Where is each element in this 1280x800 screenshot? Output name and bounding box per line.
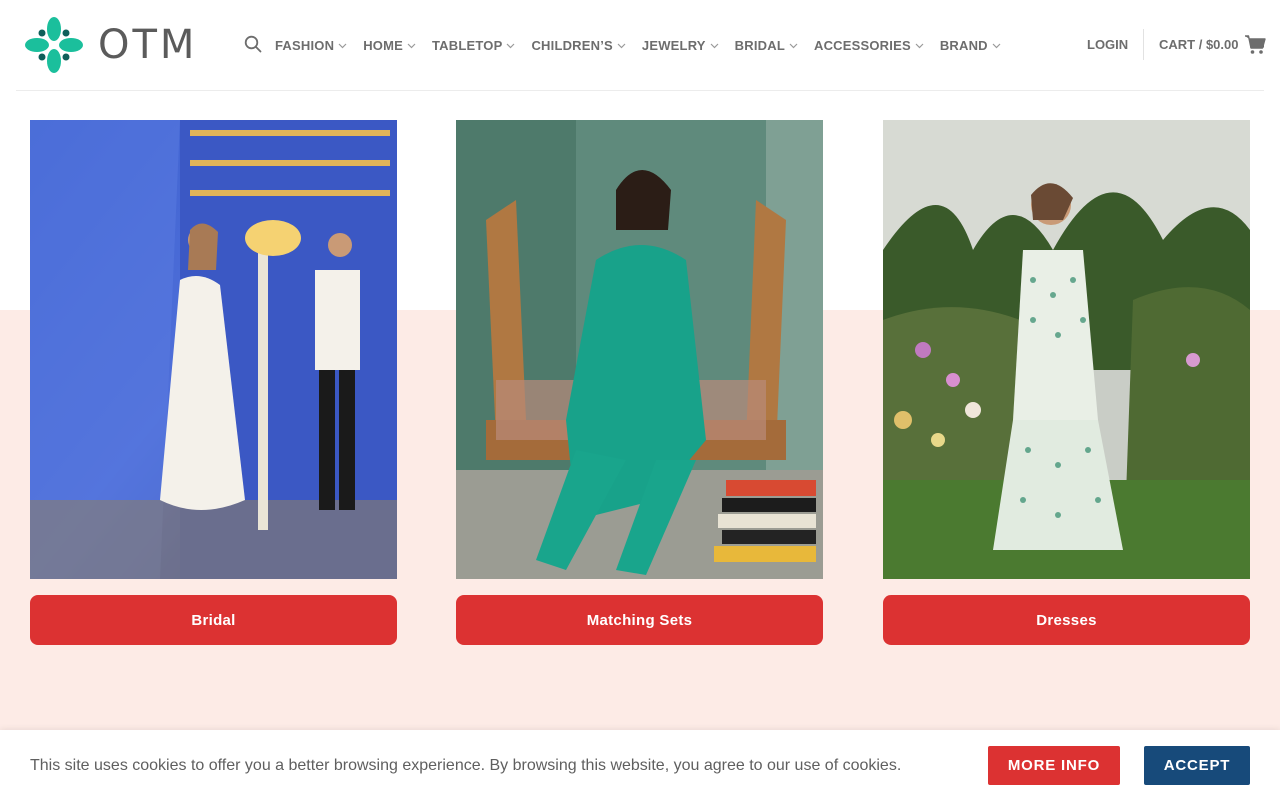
matching-sets-button[interactable]: Matching Sets	[456, 595, 823, 645]
chevron-down-icon	[407, 43, 416, 48]
nav-item-label: FASHION	[275, 37, 335, 53]
dresses-image[interactable]	[883, 120, 1250, 579]
nav-item-label: TABLETOP	[432, 37, 503, 53]
more-info-button[interactable]: MORE INFO	[988, 746, 1120, 785]
chevron-down-icon	[507, 43, 515, 48]
nav-item-brand[interactable]: BRAND	[940, 38, 1002, 53]
search-icon[interactable]	[244, 35, 262, 53]
site-logo[interactable]: OTM	[24, 16, 214, 74]
nav-item-label: JEWELRY	[641, 37, 706, 53]
header-divider-line	[16, 90, 1264, 91]
nav-item-label: BRIDAL	[734, 37, 785, 53]
nav-item-home[interactable]: HOME	[363, 38, 417, 53]
logo-wordmark: OTM	[98, 22, 198, 68]
chevron-down-icon	[992, 43, 1001, 48]
accept-cookies-button[interactable]: ACCEPT	[1144, 746, 1250, 785]
bridal-image[interactable]	[30, 120, 397, 579]
flower-logo-icon	[25, 17, 83, 73]
chevron-down-icon	[915, 43, 924, 48]
nav-item-bridal[interactable]: BRIDAL	[735, 38, 799, 53]
matching-sets-image[interactable]	[456, 120, 823, 579]
nav-item-accessories[interactable]: ACCESSORIES	[814, 38, 925, 53]
cookie-consent-bar: This site uses cookies to offer you a be…	[0, 730, 1280, 800]
category-card-matching-sets: Matching Sets	[456, 120, 823, 645]
site-header: OTM FASHION HOME TABLETOP CHILDREN’S JEW…	[0, 0, 1280, 90]
header-divider	[1143, 29, 1144, 60]
nav-item-tabletop[interactable]: TABLETOP	[432, 38, 516, 53]
nav-item-jewelry[interactable]: JEWELRY	[642, 38, 720, 53]
login-link[interactable]: LOGIN	[1087, 37, 1128, 52]
cart-icon[interactable]	[1244, 34, 1266, 55]
nav-item-label: ACCESSORIES	[813, 37, 911, 53]
nav-item-childrens[interactable]: CHILDREN’S	[531, 38, 626, 53]
main-nav: FASHION HOME TABLETOP CHILDREN’S JEWELRY…	[275, 0, 1017, 90]
cart-link[interactable]: CART / $0.00	[1159, 37, 1238, 52]
chevron-down-icon	[617, 43, 626, 48]
chevron-down-icon	[710, 43, 719, 48]
nav-item-label: CHILDREN’S	[531, 37, 613, 53]
nav-item-fashion[interactable]: FASHION	[275, 38, 348, 53]
nav-item-label: BRAND	[939, 37, 988, 53]
cookie-message: This site uses cookies to offer you a be…	[30, 757, 902, 774]
nav-item-label: HOME	[363, 37, 403, 53]
chevron-down-icon	[338, 43, 347, 48]
chevron-down-icon	[789, 43, 798, 48]
bridal-button[interactable]: Bridal	[30, 595, 397, 645]
category-card-bridal: Bridal	[30, 120, 397, 645]
dresses-button[interactable]: Dresses	[883, 595, 1250, 645]
category-card-dresses: Dresses	[883, 120, 1250, 645]
